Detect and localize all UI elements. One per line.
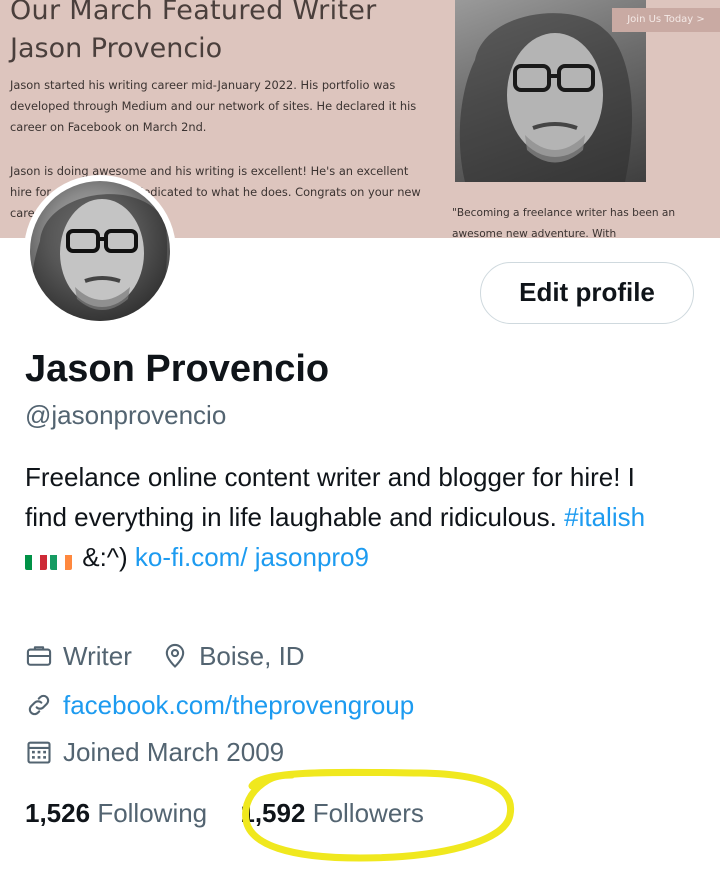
location-text: Boise, ID: [199, 641, 305, 671]
following-link[interactable]: 1,526 Following: [25, 798, 207, 828]
italy-flag-icon: [25, 548, 47, 571]
profile-website-row: facebook.com/theprovengroup: [25, 688, 414, 722]
ireland-flag-icon: [50, 548, 72, 571]
banner-writer-name: Jason Provencio: [10, 33, 223, 64]
profile-meta-row: Writer Boise, ID: [25, 639, 305, 673]
profession-text: Writer: [63, 641, 132, 671]
profile-joined-row: Joined March 2009: [25, 735, 284, 769]
followers-link[interactable]: 1,592 Followers: [240, 798, 424, 828]
banner-quote: "Becoming a freelance writer has been an…: [452, 207, 676, 238]
bio-text: Freelance online content writer and blog…: [25, 462, 635, 532]
following-label: Following: [97, 798, 208, 828]
edit-profile-button[interactable]: Edit profile: [480, 262, 694, 324]
briefcase-icon: [26, 646, 52, 666]
bio-link[interactable]: ko-fi.com/ jasonpro9: [135, 542, 369, 572]
followers-label: Followers: [312, 798, 424, 828]
hashtag-link[interactable]: #italish: [564, 502, 645, 532]
location-pin-icon: [165, 644, 185, 669]
link-icon: [28, 694, 50, 716]
followers-count: 1,592: [240, 798, 306, 828]
website-link[interactable]: facebook.com/theprovengroup: [63, 690, 414, 720]
profile-bio: Freelance online content writer and blog…: [25, 457, 665, 577]
banner-title: Our March Featured Writer: [10, 0, 377, 26]
calendar-icon: [27, 741, 51, 764]
user-handle: @jasonprovencio: [25, 400, 227, 430]
banner-paragraph-1: Jason started his writing career mid-Jan…: [10, 78, 417, 134]
display-name: Jason Provencio: [25, 348, 330, 390]
join-us-button[interactable]: Join Us Today >: [612, 8, 720, 32]
avatar-photo: [30, 181, 170, 321]
joined-date: Joined March 2009: [63, 737, 285, 767]
bio-emoticon: &:^): [75, 542, 135, 572]
following-count: 1,526: [25, 798, 91, 828]
avatar[interactable]: [24, 175, 176, 327]
follow-stats: 1,526 Following 1,592 Followers: [25, 796, 424, 830]
